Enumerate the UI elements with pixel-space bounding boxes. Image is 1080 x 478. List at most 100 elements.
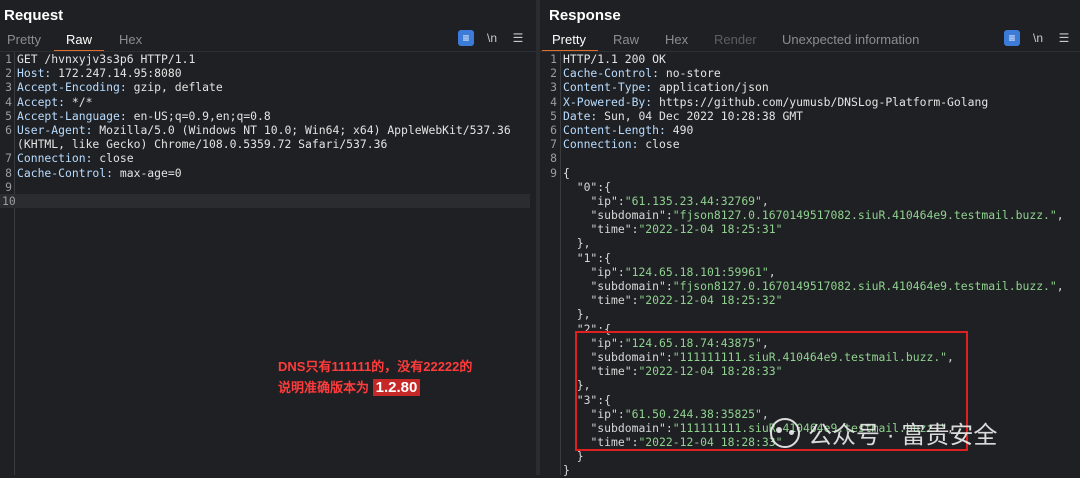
- line-text: }: [563, 463, 570, 477]
- response-json-line: },: [540, 307, 1080, 321]
- json-key: "1": [576, 250, 598, 265]
- json-string: "124.65.18.101:59961": [624, 264, 769, 279]
- line-number: 4: [5, 94, 12, 109]
- wrap-lines-icon[interactable]: ≡: [458, 30, 474, 46]
- json-string: "2022-12-04 18:25:31": [638, 222, 783, 237]
- line-text: Date: Sun, 04 Dec 2022 10:28:38 GMT: [563, 109, 803, 123]
- header-key: X-Powered-By:: [563, 94, 653, 109]
- header-value: https://github.com/yumusb/DNSLog-Platfor…: [652, 94, 989, 109]
- request-line: 3 Accept-Encoding: gzip, deflate: [0, 80, 530, 94]
- menu-icon[interactable]: ☰: [1056, 30, 1072, 46]
- response-json-line: "time":"2022-12-04 18:25:32": [540, 293, 1080, 307]
- watermark: 公众号 · 富贵安全: [770, 415, 997, 450]
- line-text: Cache-Control: no-store: [563, 66, 721, 80]
- response-line: 8: [540, 151, 1080, 165]
- header-key: Host:: [17, 66, 52, 81]
- header-value: */*: [65, 94, 93, 109]
- line-text: {: [563, 166, 570, 180]
- annotation-note: DNS只有111111的，没有22222的 说明准确版本为 1.2.80: [278, 356, 472, 398]
- json-key: "ip": [590, 264, 618, 279]
- line-number: 5: [5, 108, 12, 123]
- line-text: },: [563, 307, 591, 322]
- line-text: Host: 172.247.14.95:8080: [17, 66, 182, 80]
- response-json-line: }: [540, 449, 1080, 463]
- line-number: 7: [5, 151, 12, 166]
- line-text: HTTP/1.1 200 OK: [563, 52, 666, 66]
- header-value: 490: [665, 122, 694, 137]
- request-line: 10: [0, 193, 530, 209]
- wrap-lines-icon[interactable]: ≡: [1004, 30, 1020, 46]
- response-line: 4 X-Powered-By: https://github.com/yumusb…: [540, 95, 1080, 109]
- json-key: "time": [590, 222, 632, 237]
- request-line: 7 Connection: close: [0, 151, 530, 165]
- request-tab-pretty[interactable]: Pretty: [7, 32, 41, 47]
- header-key: Cache-Control:: [17, 165, 114, 180]
- response-title: Response: [549, 7, 621, 24]
- header-value: max-age=0: [113, 165, 182, 180]
- line-text: "ip":"124.65.18.101:59961",: [563, 264, 776, 279]
- response-tools: ≡ \n ☰: [1004, 30, 1074, 48]
- response-json-line: "subdomain":"fjson8127.0.1670149517082.s…: [540, 279, 1080, 293]
- request-tab-raw[interactable]: Raw: [66, 32, 92, 47]
- response-json-line: "ip":"61.135.23.44:32769",: [540, 194, 1080, 208]
- response-json-line: "time":"2022-12-04 18:25:31": [540, 222, 1080, 236]
- json-punct: :: [665, 279, 673, 293]
- annotation-line-1: DNS只有111111的，没有22222的: [278, 359, 473, 374]
- json-punct: :: [665, 208, 673, 223]
- response-json-line: },: [540, 236, 1080, 250]
- request-line: 6 User-Agent: Mozilla/5.0 (Windows NT 10.…: [0, 123, 530, 137]
- response-line: 9{: [540, 166, 1080, 180]
- json-punct: },: [576, 307, 591, 322]
- header-value: application/json: [652, 80, 769, 95]
- newline-icon[interactable]: \n: [484, 30, 500, 46]
- line-number: 10: [2, 193, 16, 208]
- line-number: 2: [5, 66, 12, 81]
- response-tab-render[interactable]: Render: [714, 32, 757, 47]
- header-value: {: [563, 165, 570, 180]
- json-punct: ,: [768, 264, 776, 279]
- header-key: Accept-Language:: [17, 108, 127, 123]
- watermark-text: 公众号 · 富贵安全: [808, 422, 998, 449]
- json-punct: ,: [761, 193, 769, 208]
- header-key: Connection:: [17, 151, 93, 166]
- json-punct: :: [617, 193, 625, 208]
- json-punct: :{: [597, 179, 612, 194]
- request-editor[interactable]: 1 GET /hvnxyjv3s3p6 HTTP/1.1 2 Host: 172.24…: [0, 52, 530, 209]
- header-key: User-Agent:: [17, 122, 93, 137]
- response-tab-raw[interactable]: Raw: [613, 32, 639, 47]
- request-tab-hex[interactable]: Hex: [119, 32, 142, 47]
- line-text: Accept-Encoding: gzip, deflate: [17, 80, 223, 94]
- line-number: 5: [550, 108, 557, 123]
- response-tab-hex[interactable]: Hex: [665, 32, 688, 47]
- json-string: "2022-12-04 18:25:32": [638, 293, 783, 308]
- line-number: 2: [550, 66, 557, 81]
- request-pane: Request Pretty Raw Hex ≡ \n ☰ 1 GET /hvnx…: [0, 0, 536, 475]
- json-punct: }: [563, 463, 570, 478]
- newline-icon[interactable]: \n: [1030, 30, 1046, 46]
- header-value: HTTP/1.1 200 OK: [563, 52, 666, 66]
- line-number: 1: [550, 52, 557, 66]
- response-line: 2 Cache-Control: no-store: [540, 66, 1080, 80]
- line-text: "subdomain":"fjson8127.0.1670149517082.s…: [563, 208, 1063, 223]
- request-line: (KHTML, like Gecko) Chrome/108.0.5359.72…: [0, 137, 530, 151]
- menu-icon[interactable]: ☰: [510, 30, 526, 46]
- line-text: Content-Type: application/json: [563, 80, 769, 94]
- line-text: Cache-Control: max-age=0: [17, 166, 182, 180]
- header-key: Accept-Encoding:: [17, 80, 127, 95]
- line-number: 6: [5, 122, 12, 137]
- json-punct: ,: [1056, 279, 1064, 293]
- response-tab-pretty[interactable]: Pretty: [552, 32, 586, 47]
- header-key: Accept:: [17, 94, 66, 109]
- line-text: User-Agent: Mozilla/5.0 (Windows NT 10.0…: [17, 123, 511, 137]
- response-tab-unexpected-information[interactable]: Unexpected information: [782, 32, 919, 47]
- wechat-icon: [770, 417, 800, 448]
- line-number: 1: [5, 52, 12, 66]
- header-value: close: [92, 151, 134, 166]
- line-text: Accept: */*: [17, 95, 92, 109]
- line-text: "time":"2022-12-04 18:25:31": [563, 222, 782, 236]
- json-key: "0": [576, 179, 598, 194]
- response-line: 3 Content-Type: application/json: [540, 80, 1080, 94]
